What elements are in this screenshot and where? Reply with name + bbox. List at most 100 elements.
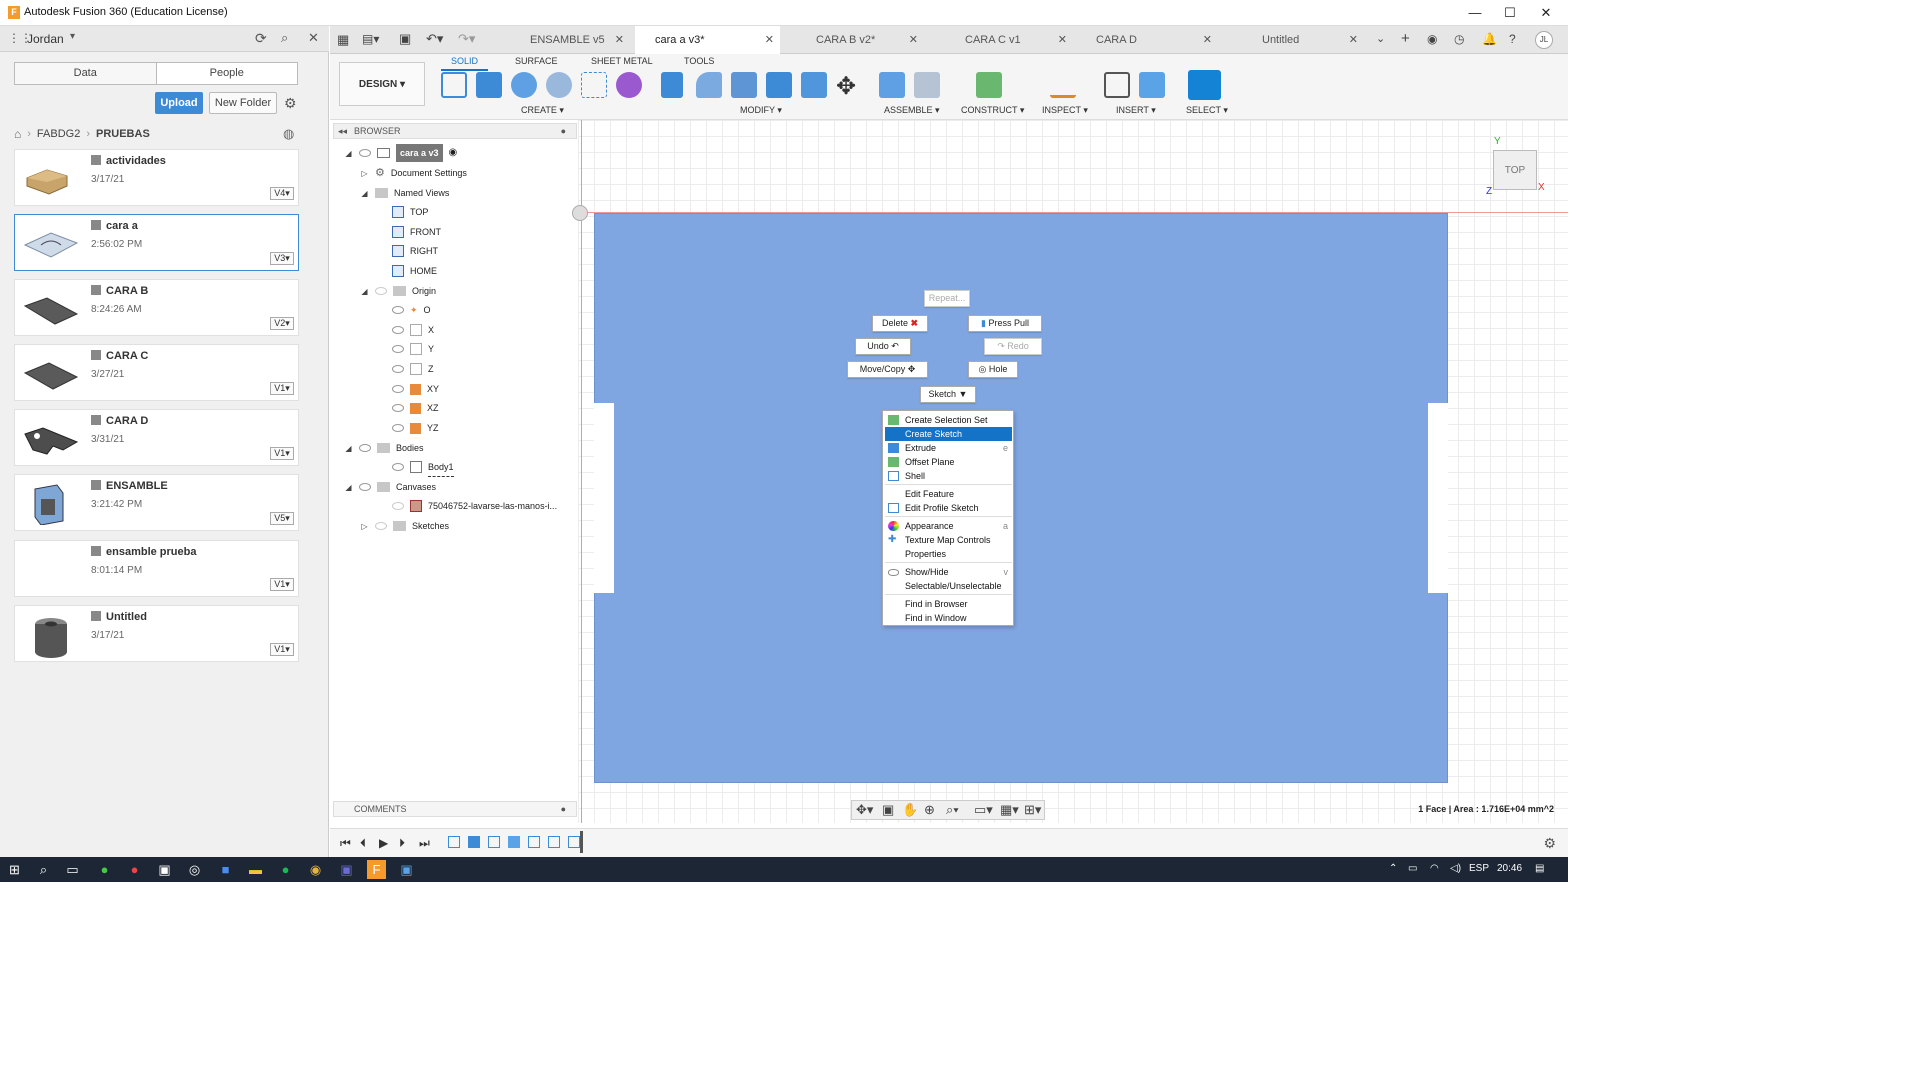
tree-item-doc-settings[interactable]: ▷ ⚙ Document Settings <box>360 164 467 182</box>
create-sketch-icon[interactable] <box>441 72 467 98</box>
version-badge[interactable]: V1▾ <box>270 643 294 656</box>
data-panel-toggle-icon[interactable]: ▦ <box>337 32 349 48</box>
display-settings-icon[interactable]: ▭▾ <box>974 802 993 818</box>
eye-icon[interactable] <box>392 365 404 373</box>
new-folder-button[interactable]: New Folder <box>209 92 277 114</box>
doc-tab[interactable]: ENSAMBLE v5 ✕ <box>510 26 630 54</box>
eye-icon[interactable] <box>392 502 404 510</box>
tree-root[interactable]: ◢ cara a v3 ◉ <box>344 144 457 162</box>
offset-plane-icon[interactable] <box>976 72 1002 98</box>
doc-tab[interactable]: CARA D (v1~recovered)*✕ <box>1076 26 1218 74</box>
tree-item-plane[interactable]: XZ <box>392 399 439 417</box>
close-tab-icon[interactable]: ✕ <box>1203 26 1212 54</box>
help-icon[interactable]: ? <box>1509 32 1516 46</box>
eye-icon[interactable] <box>392 463 404 471</box>
battery-icon[interactable]: ▭ <box>1408 863 1417 874</box>
search-icon[interactable]: ⌕ <box>34 860 53 879</box>
minimize-button[interactable]: — <box>1463 4 1487 22</box>
eye-icon[interactable] <box>392 424 404 432</box>
menu-item-appearance[interactable]: Appearance a <box>885 519 1012 533</box>
spotify-icon[interactable]: ● <box>276 860 295 879</box>
menu-item-properties[interactable]: Properties <box>885 547 1012 561</box>
job-status-icon[interactable]: ◷ <box>1454 32 1464 46</box>
timeline-extrude-icon[interactable] <box>468 836 480 848</box>
tree-item-named-views[interactable]: ◢ Named Views <box>360 184 449 202</box>
menu-item-find-in-window[interactable]: Find in Window <box>885 611 1012 625</box>
menu-item-offset-plane[interactable]: Offset Plane <box>885 455 1012 469</box>
tree-item-plane[interactable]: YZ <box>392 419 439 437</box>
teams-icon[interactable]: ▣ <box>337 860 356 879</box>
store-icon[interactable]: ▣ <box>155 860 174 879</box>
eye-icon[interactable] <box>359 149 371 157</box>
close-tab-icon[interactable]: ✕ <box>1349 26 1358 54</box>
user-name[interactable]: Jordan <box>27 32 64 46</box>
go-to-start-icon[interactable]: ⏮ <box>340 836 351 851</box>
press-pull-button[interactable]: ▮ Press Pull <box>968 315 1042 332</box>
tree-item-origin[interactable]: ◢ Origin <box>360 282 436 300</box>
step-forward-icon[interactable]: ⏵ <box>399 836 405 851</box>
version-badge[interactable]: V1▾ <box>270 447 294 460</box>
breadcrumb-item[interactable]: FABDG2 <box>37 128 80 140</box>
file-menu-icon[interactable]: ▤▾ <box>362 32 379 46</box>
home-icon[interactable]: ⌂ <box>14 127 21 141</box>
timeline-settings-icon[interactable]: ⚙ <box>1543 835 1556 852</box>
extensions-icon[interactable]: ◉ <box>1427 32 1437 46</box>
tab-data[interactable]: Data <box>15 63 157 84</box>
chrome-icon[interactable]: ◉ <box>306 860 325 879</box>
timeline-sketch-icon[interactable] <box>448 836 460 848</box>
redo-button[interactable]: ↷ Redo <box>984 338 1042 355</box>
tree-item-origin-point[interactable]: ✦ O <box>392 301 431 319</box>
hole-button[interactable]: ◎ Hole <box>968 361 1018 378</box>
step-back-icon[interactable]: ⏴ <box>360 836 366 851</box>
file-card[interactable]: Untitled 3/17/21 V1▾ <box>14 605 299 662</box>
version-badge[interactable]: V2▾ <box>270 317 294 330</box>
clock[interactable]: 20:46 <box>1497 863 1522 874</box>
file-card[interactable]: CARA D 3/31/21 V1▾ <box>14 409 299 466</box>
file-card[interactable]: ensamble prueba 8:01:14 PM V1▾ <box>14 540 299 597</box>
orbit-icon[interactable]: ✥▾ <box>856 802 873 818</box>
pan-icon[interactable]: ✋ <box>902 802 918 818</box>
tree-item-sketches[interactable]: ▷ Sketches <box>360 517 449 535</box>
collapse-icon[interactable]: ◂◂ <box>338 124 347 138</box>
notifications-icon[interactable]: 🔔 <box>1482 32 1497 46</box>
shell-icon[interactable] <box>766 72 792 98</box>
windows-start-icon[interactable]: ⊞ <box>5 860 24 879</box>
task-view-icon[interactable]: ▭ <box>63 860 82 879</box>
menu-item-show-hide[interactable]: Show/Hide v <box>885 565 1012 579</box>
tree-item-axis[interactable]: X <box>392 321 434 339</box>
move-icon[interactable]: ✥ <box>836 72 856 101</box>
undo-icon[interactable]: ↶▾ <box>426 31 443 47</box>
press-pull-icon[interactable] <box>661 72 683 98</box>
browser-header[interactable]: ◂◂ BROWSER ● <box>333 123 577 139</box>
eye-icon[interactable] <box>359 483 371 491</box>
upload-button[interactable]: Upload <box>155 92 203 114</box>
selected-face[interactable] <box>594 213 1448 783</box>
tab-solid[interactable]: SOLID <box>440 56 489 71</box>
file-card[interactable]: CARA C 3/27/21 V1▾ <box>14 344 299 401</box>
insert-image-icon[interactable] <box>1139 72 1165 98</box>
tree-item-plane[interactable]: XY <box>392 380 439 398</box>
viewports-icon[interactable]: ⊞▾ <box>1024 802 1041 818</box>
eye-icon[interactable] <box>375 287 387 295</box>
pin-icon[interactable]: ● <box>561 802 566 816</box>
eye-icon[interactable] <box>392 345 404 353</box>
app-icon[interactable]: ● <box>125 860 144 879</box>
app-icon[interactable]: ▣ <box>397 860 416 879</box>
timeline-sketch-icon[interactable] <box>568 836 580 848</box>
joint-icon[interactable] <box>914 72 940 98</box>
tree-item-bodies[interactable]: ◢ Bodies <box>344 439 424 457</box>
save-icon[interactable]: ▣ <box>399 31 411 47</box>
select-icon[interactable] <box>1188 70 1221 100</box>
tree-item-body[interactable]: Body1 <box>392 458 454 477</box>
hole-icon[interactable] <box>546 72 572 98</box>
undo-button[interactable]: Undo ↶ <box>855 338 911 355</box>
timeline-sketch-icon[interactable] <box>528 836 540 848</box>
select-menu[interactable]: SELECT ▾ <box>1186 105 1228 116</box>
menu-item-find-in-browser[interactable]: Find in Browser <box>885 597 1012 611</box>
measure-icon[interactable] <box>1050 72 1076 98</box>
insert-derive-icon[interactable] <box>1104 72 1130 98</box>
eye-icon[interactable] <box>392 385 404 393</box>
doc-tab-active[interactable]: cara a v3* ✕ <box>635 26 780 54</box>
revolve-icon[interactable] <box>511 72 537 98</box>
tree-item-view[interactable]: TOP <box>392 203 428 221</box>
